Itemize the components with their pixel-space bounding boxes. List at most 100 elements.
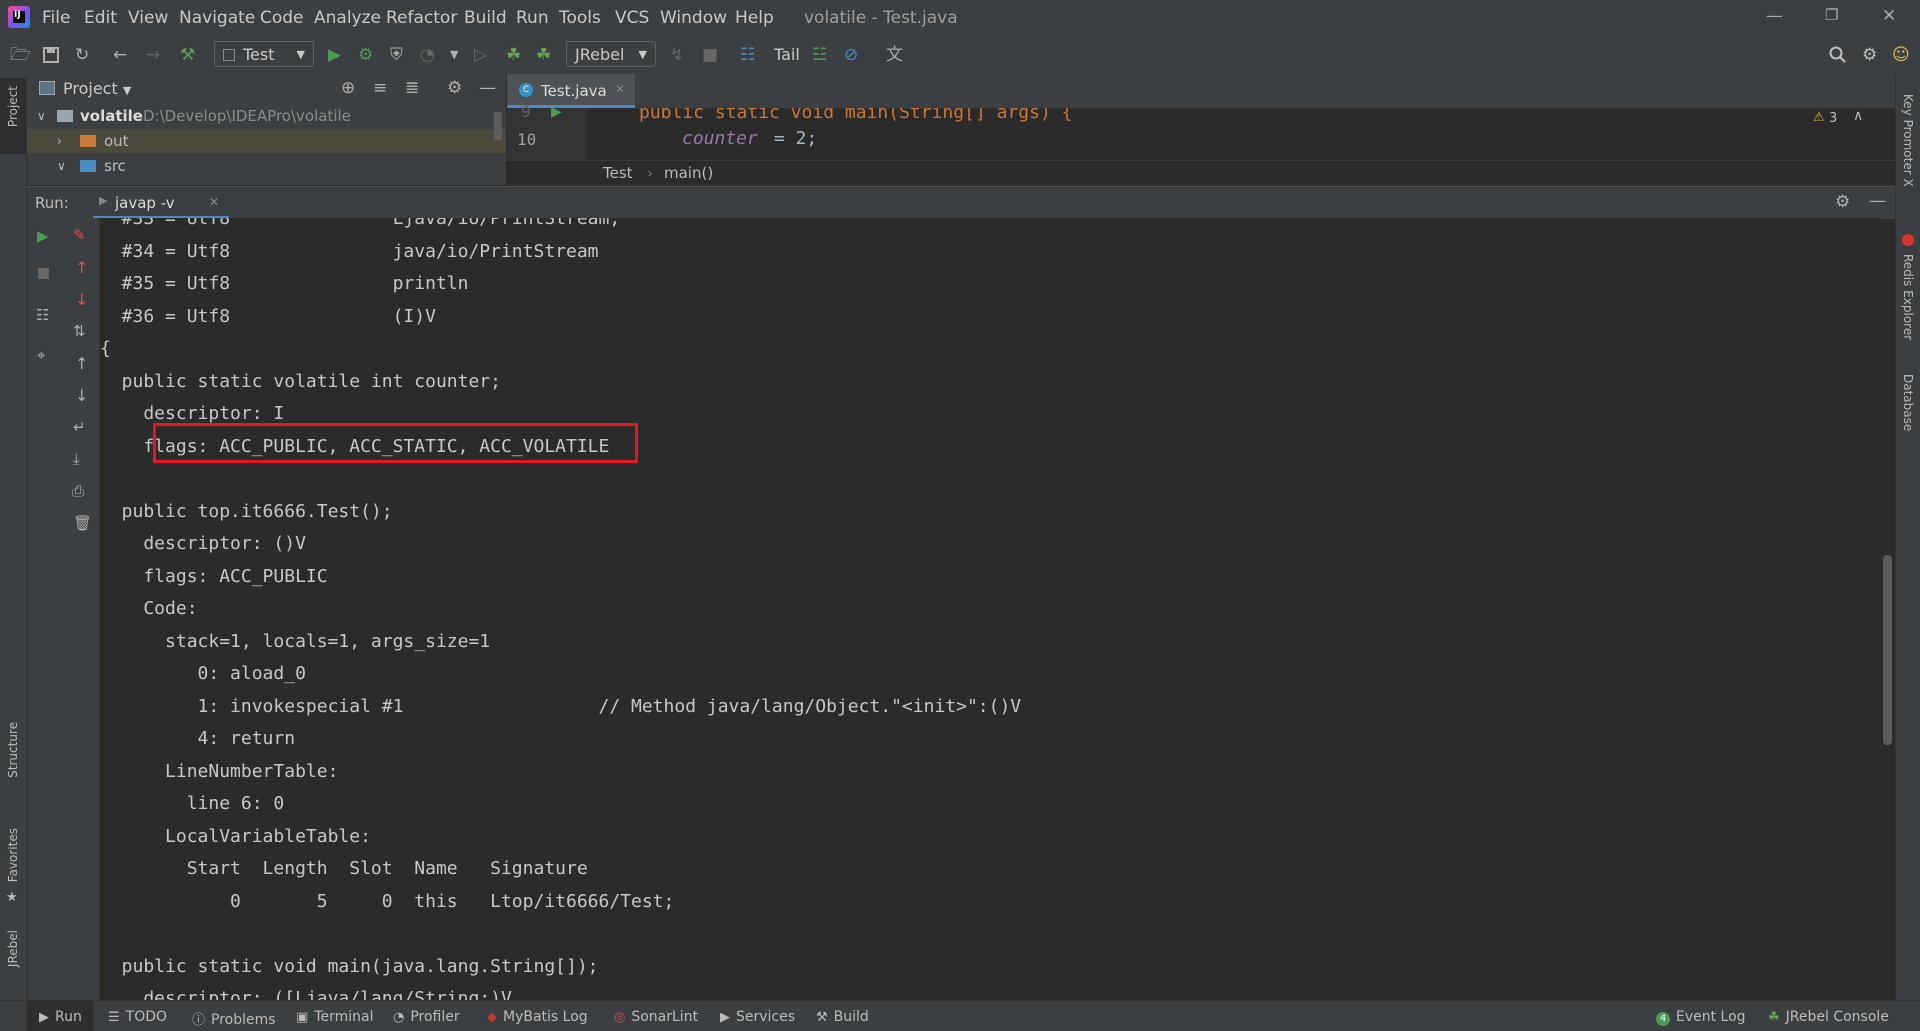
status-tab-mybatis-log[interactable]: ◆ MyBatis Log — [487, 1009, 588, 1025]
sort-icon[interactable]: ⇅ — [73, 322, 86, 340]
database-tool-button[interactable]: Database — [1901, 374, 1915, 431]
run-tab-javap[interactable]: ▶ javap -v ✕ — [93, 187, 229, 219]
close-tab-icon[interactable]: ✕ — [615, 82, 625, 96]
down-stack-icon[interactable]: ↓ — [75, 290, 88, 309]
print-icon[interactable]: ⎙ — [72, 482, 84, 500]
panel-settings-icon[interactable]: ⚙ — [447, 78, 462, 98]
expand-all-icon[interactable]: ≡ — [373, 78, 387, 98]
breadcrumb-item[interactable]: Test — [603, 164, 633, 182]
stop-icon[interactable]: ■ — [702, 45, 718, 65]
close-tab-icon[interactable]: ✕ — [209, 195, 219, 209]
translate-icon[interactable]: ☷ — [740, 45, 755, 65]
code-area[interactable]: public static void main(String[] args) {… — [587, 108, 1877, 160]
edit-config-icon[interactable]: ✎ — [73, 226, 86, 244]
status-tab-problems[interactable]: ⓘ Problems — [192, 1009, 276, 1028]
collapse-all-icon[interactable]: ≣ — [405, 78, 419, 98]
build-hammer-icon[interactable]: ⚒ — [180, 45, 195, 65]
project-tool-window-button[interactable]: Project — [0, 78, 26, 154]
stop-icon[interactable] — [38, 268, 49, 279]
tree-item-out[interactable]: › out — [27, 129, 506, 153]
warning-icon[interactable]: ⚠ — [1813, 110, 1825, 125]
status-tab-terminal[interactable]: ▣ Terminal — [296, 1009, 373, 1025]
run-icon[interactable]: ▶ — [328, 45, 341, 65]
status-tab-build[interactable]: ⚒ Build — [816, 1009, 869, 1025]
status-tab-run[interactable]: ▶ Run — [27, 1001, 93, 1031]
menu-tools[interactable]: Tools — [559, 8, 601, 28]
scroll-to-end-icon[interactable]: ⤓ — [73, 450, 80, 468]
status-tab-todo[interactable]: ☰ TODO — [108, 1009, 167, 1025]
key-promoter-tool-button[interactable]: Key Promoter X — [1901, 94, 1915, 187]
menu-file[interactable]: File — [42, 8, 70, 28]
menu-edit[interactable]: Edit — [84, 8, 117, 28]
menu-code[interactable]: Code — [260, 8, 304, 28]
chevron-right-icon[interactable]: › — [57, 129, 62, 153]
scroll-down-icon[interactable]: ↓ — [75, 386, 88, 405]
chevron-down-icon[interactable]: ∨ — [37, 104, 46, 128]
jrebel-debug-icon[interactable]: ☘ — [536, 45, 551, 65]
jrebel-run-icon[interactable]: ☘ — [506, 45, 521, 65]
hide-panel-icon[interactable]: — — [479, 78, 496, 98]
profile-icon[interactable]: ◔ — [420, 45, 435, 65]
tree-item-root[interactable]: ∨ volatile D:\Develop\IDEAPro\volatile — [27, 104, 506, 128]
monitor-icon[interactable]: ☳ — [812, 45, 827, 65]
run-gutter-icon[interactable]: ▶ — [551, 104, 562, 120]
menu-analyze[interactable]: Analyze — [314, 8, 381, 28]
close-window-icon[interactable]: ✕ — [1882, 6, 1896, 26]
locate-icon[interactable]: ⊕ — [341, 78, 355, 98]
menu-help[interactable]: Help — [735, 8, 774, 28]
open-folder-icon[interactable]: 🗁 — [10, 45, 31, 65]
debug-icon[interactable]: ⚙ — [358, 45, 373, 65]
menu-window[interactable]: Window — [660, 8, 727, 28]
attach-run-icon[interactable]: ▷ — [474, 45, 487, 65]
translate-text-icon[interactable]: 文 — [886, 45, 903, 65]
run-settings-icon[interactable]: ⚙ — [1835, 192, 1850, 212]
menu-refactor[interactable]: Refactor — [386, 8, 457, 28]
status-tab-event-log[interactable]: 4 Event Log — [1656, 1009, 1746, 1026]
pin-icon[interactable]: ⌖ — [37, 346, 45, 364]
sync-icon[interactable]: ↻ — [75, 45, 89, 65]
favorites-tool-button[interactable]: Favorites — [6, 828, 20, 882]
menu-build[interactable]: Build — [464, 8, 507, 28]
status-tab-profiler[interactable]: ◔ Profiler — [393, 1009, 460, 1025]
menu-vcs[interactable]: VCS — [615, 8, 649, 28]
minimize-icon[interactable]: — — [1766, 6, 1783, 26]
console-output[interactable]: #33 = Utf8 Ljava/io/PrintStream; #34 = U… — [100, 218, 1880, 1000]
status-tab-jrebel-console[interactable]: ☘ JRebel Console — [1768, 1009, 1889, 1025]
clear-trash-icon[interactable]: 🗑 — [73, 514, 92, 532]
settings-gear-icon[interactable]: ⚙ — [1862, 45, 1877, 65]
redis-explorer-tool-button[interactable]: Redis Explorer — [1901, 254, 1915, 340]
tail-button[interactable]: Tail — [774, 45, 800, 65]
status-tab-services[interactable]: ▶ Services — [720, 1009, 795, 1025]
back-icon[interactable]: ← — [113, 45, 127, 65]
menu-run[interactable]: Run — [516, 8, 549, 28]
up-stack-icon[interactable]: ↑ — [75, 258, 88, 277]
jrebel-config-select[interactable]: JRebel ▼ — [566, 41, 656, 67]
save-icon[interactable] — [42, 46, 60, 64]
avatar[interactable]: ☺ — [1892, 45, 1910, 65]
update-icon[interactable]: ↯ — [670, 45, 684, 65]
hide-run-panel-icon[interactable]: — — [1869, 191, 1886, 211]
forward-icon[interactable]: → — [146, 45, 160, 65]
more-run-icon[interactable]: ▼ — [450, 45, 458, 65]
chevron-down-icon[interactable]: ∨ — [57, 154, 66, 178]
project-scrollbar[interactable] — [494, 112, 502, 140]
structure-tool-button[interactable]: Structure — [6, 722, 20, 778]
coverage-icon[interactable]: ⛨ — [390, 45, 403, 65]
menu-navigate[interactable]: Navigate — [179, 8, 255, 28]
previous-highlight-icon[interactable]: ∧ — [1853, 108, 1863, 124]
soft-wrap-icon[interactable]: ↵ — [73, 418, 86, 436]
search-icon[interactable] — [1829, 46, 1847, 64]
rerun-icon[interactable]: ▶ — [37, 227, 49, 245]
tree-item-src[interactable]: ∨ src — [27, 154, 506, 178]
menu-view[interactable]: View — [128, 8, 168, 28]
project-view-dropdown[interactable]: Project ▼ — [63, 79, 131, 98]
breadcrumb-item[interactable]: main() — [664, 164, 713, 182]
disable-icon[interactable]: ⊘ — [844, 45, 858, 65]
layout-icon[interactable]: ☷ — [36, 306, 49, 324]
jrebel-tool-button[interactable]: JRebel — [6, 930, 20, 967]
warning-count[interactable]: 3 — [1829, 111, 1837, 126]
run-config-select[interactable]: Test ▼ — [214, 41, 314, 67]
restore-icon[interactable]: ❐ — [1825, 6, 1838, 24]
status-tab-sonarlint[interactable]: ◎ SonarLint — [614, 1009, 698, 1025]
console-scrollbar[interactable] — [1883, 555, 1892, 745]
